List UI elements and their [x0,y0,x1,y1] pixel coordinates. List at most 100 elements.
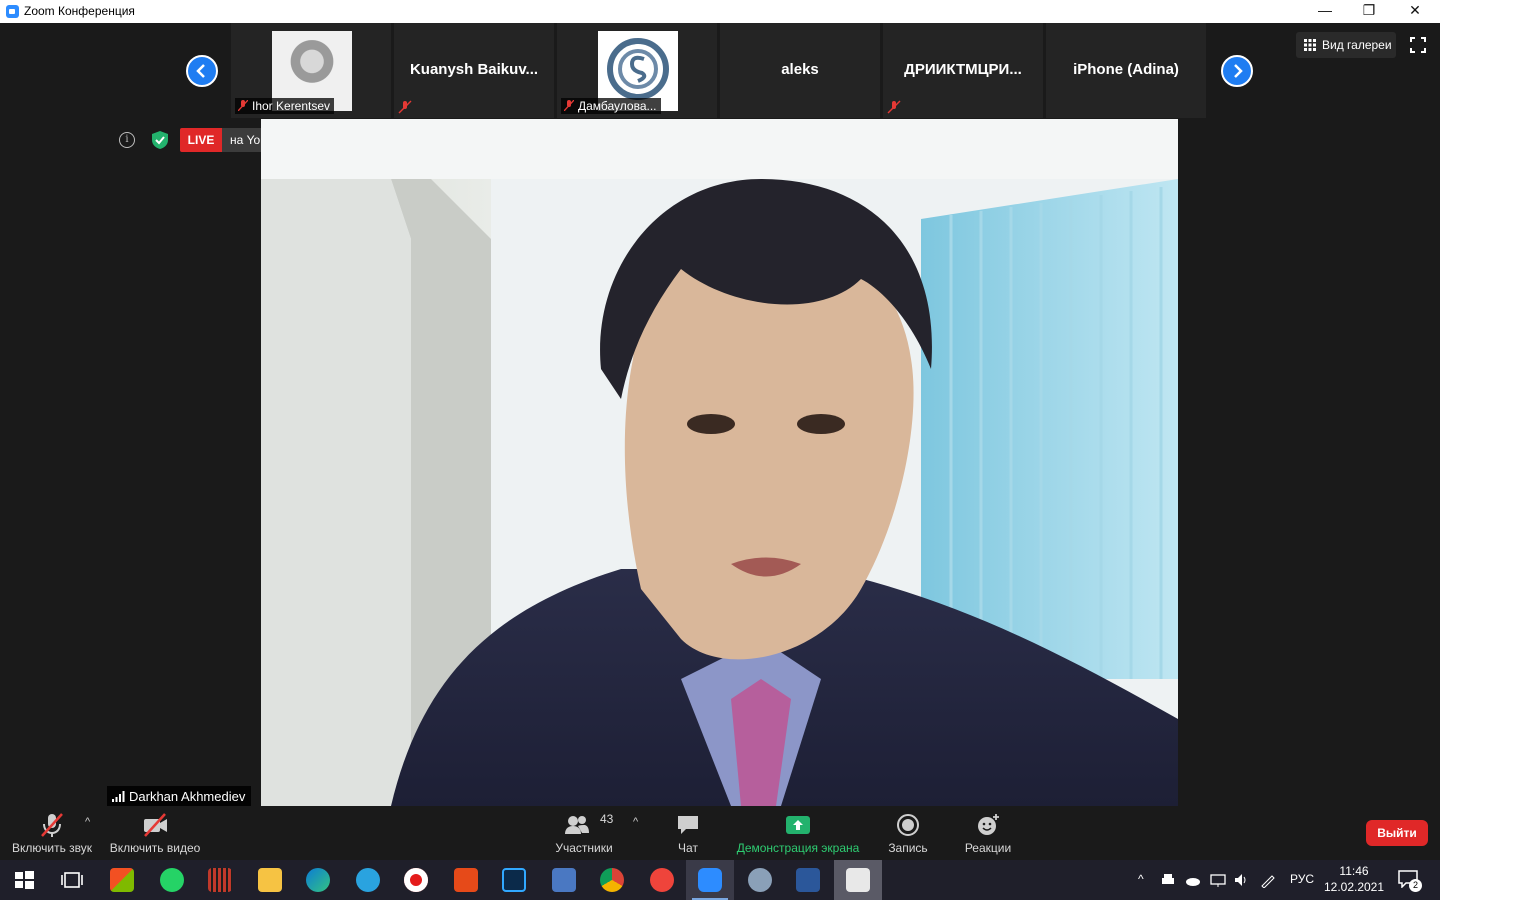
participant-name: Kuanysh Baikuv... [409,61,539,78]
muted-mic-icon [564,100,574,111]
prev-page-button[interactable] [186,55,218,87]
network-icon[interactable] [1210,872,1226,888]
muted-mic-icon [887,100,901,114]
close-button[interactable]: ✕ [1392,0,1438,23]
share-screen-button[interactable]: Демонстрация экрана [730,806,866,860]
windows-start-icon [15,871,34,889]
active-speaker-video [261,119,1178,806]
chat-button[interactable]: Чат [664,806,712,860]
anydesk-icon [650,868,674,892]
participant-tile[interactable]: aleks [720,23,880,118]
generic-app-icon [552,868,576,892]
participants-count: 43 [600,812,614,826]
task-view-icon [61,872,83,888]
fullscreen-icon[interactable] [1410,37,1426,53]
office-icon [454,868,478,892]
participant-name: iPhone (Adina) [1073,61,1179,78]
zoom-app-icon [6,5,19,18]
info-icon[interactable]: i [119,132,135,148]
record-icon [897,814,919,836]
taskbar-app-word[interactable] [784,860,832,900]
onedrive-icon[interactable] [1185,872,1201,888]
taskbar-app-office[interactable] [442,860,490,900]
word-icon [796,868,820,892]
language-indicator[interactable]: РУС [1290,872,1314,886]
app-icon [748,868,772,892]
zoom-meeting-window: Ihor Kerentsev Kuanysh Baikuv... Дамбаул… [0,23,1440,860]
desktop-background [1440,0,1528,900]
share-screen-icon [786,816,810,834]
chrome-icon [600,868,624,892]
shield-check-icon[interactable] [150,130,170,150]
participant-tile[interactable]: Kuanysh Baikuv... [394,23,554,118]
live-badge[interactable]: LIVE [180,128,222,152]
clock[interactable]: 11:46 12.02.2021 [1322,863,1386,895]
notifications-button[interactable]: 2 [1398,870,1422,892]
participant-name-label: Ihor Kerentsev [235,98,335,114]
taskbar-app-chrome[interactable] [588,860,636,900]
telegram-icon [356,868,380,892]
windows-start-button[interactable] [0,860,48,900]
taskbar-app-telegram[interactable] [344,860,392,900]
printer-app-icon [846,868,870,892]
muted-mic-icon [41,813,63,837]
volume-icon[interactable] [1233,872,1249,888]
start-video-button[interactable]: Включить видео [106,806,204,860]
edge-icon [306,868,330,892]
participant-name-label: Дамбаулова... [561,98,661,114]
taskbar-app-store[interactable] [98,860,146,900]
participant-tile[interactable]: Ihor Kerentsev [231,23,391,118]
participant-name: aleks [781,61,819,78]
chevron-left-icon [196,64,205,78]
participant-tile[interactable]: ДРИИКТМЦРИ... [883,23,1043,118]
taskbar-app-whatsapp[interactable] [148,860,196,900]
taskbar-app-audio[interactable] [196,860,244,900]
taskbar-app-edge[interactable] [294,860,342,900]
participant-tile[interactable]: Дамбаулова... [557,23,717,118]
taskbar-app-anydesk[interactable] [638,860,686,900]
unmute-button[interactable]: Включить звук [8,806,96,860]
record-button[interactable]: Запись [882,806,934,860]
participants-strip: Ihor Kerentsev Kuanysh Baikuv... Дамбаул… [231,23,1207,118]
audio-app-icon [208,868,232,892]
taskbar-app-yandex[interactable] [392,860,440,900]
muted-mic-icon [238,100,248,111]
task-view-button[interactable] [48,860,96,900]
taskbar-app-printer[interactable] [834,860,882,900]
participants-icon [565,816,589,834]
windows-taskbar: ^ РУС 11:46 12.02.2021 2 [0,860,1440,900]
taskbar-app-generic[interactable] [540,860,588,900]
file-explorer-icon [258,868,282,892]
whatsapp-icon [160,868,184,892]
video-off-icon [144,813,167,837]
photoshop-icon [502,868,526,892]
window-title: Zoom Конференция [24,4,135,18]
maximize-button[interactable]: ❐ [1346,0,1392,23]
meeting-toolbar: Включить звук ^ Включить видео Участники… [0,806,1440,860]
next-page-button[interactable] [1221,55,1253,87]
taskbar-app-photoshop[interactable] [490,860,538,900]
pen-icon[interactable] [1260,872,1276,888]
leave-meeting-button[interactable]: Выйти [1366,820,1428,846]
zoom-icon [698,868,722,892]
minimize-button[interactable]: — [1302,0,1348,23]
taskbar-app-zoom[interactable] [686,860,734,900]
notification-count: 2 [1409,879,1422,892]
audio-options-caret[interactable]: ^ [85,816,90,828]
show-hidden-icons-icon[interactable]: ^ [1138,872,1154,888]
participant-name: ДРИИКТМЦРИ... [904,61,1022,78]
reaction-smile-icon [978,814,999,835]
participants-options-caret[interactable]: ^ [633,816,638,828]
grid-icon [1304,39,1316,51]
gallery-view-button[interactable]: Вид галереи [1296,32,1396,58]
store-icon [110,868,134,892]
printer-icon[interactable] [1160,872,1176,888]
video-frame [261,119,1178,806]
muted-mic-icon [398,100,412,114]
reactions-button[interactable]: Реакции [958,806,1018,860]
window-titlebar: Zoom Конференция — ❐ ✕ [0,0,1440,23]
active-speaker-label: Darkhan Akhmediev [107,786,252,807]
taskbar-app-explorer[interactable] [246,860,294,900]
taskbar-app-unknown[interactable] [736,860,784,900]
participant-tile[interactable]: iPhone (Adina) [1046,23,1206,118]
